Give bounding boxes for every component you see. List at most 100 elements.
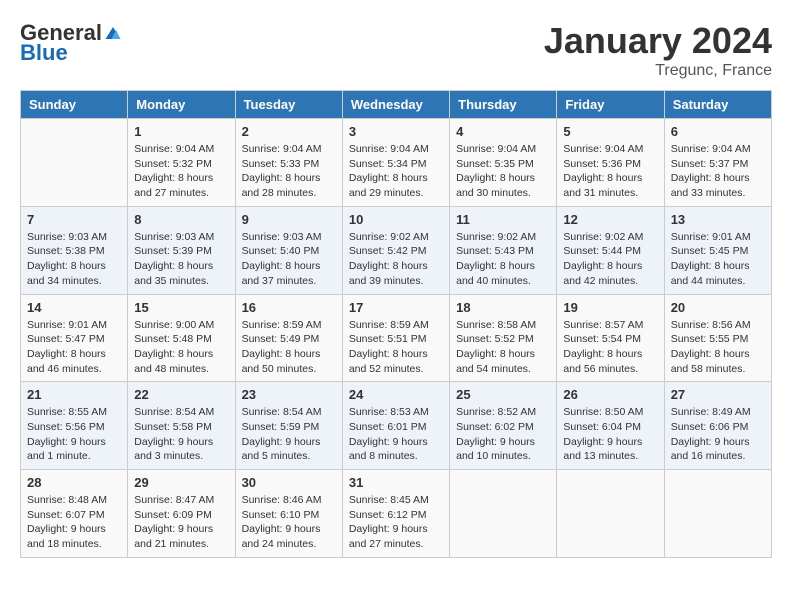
weekday-header-row: SundayMondayTuesdayWednesdayThursdayFrid… [21,91,772,119]
weekday-header-tuesday: Tuesday [235,91,342,119]
calendar-cell: 5Sunrise: 9:04 AM Sunset: 5:36 PM Daylig… [557,119,664,207]
day-number: 21 [27,387,121,402]
calendar-cell: 30 Sunrise: 8:46 AM Sunset: 6:10 PM Dayli… [235,470,342,558]
day-info: Sunrise: 9:03 AM Sunset: 5:40 PM Dayligh… [242,230,336,289]
calendar-cell: 4 Sunrise: 9:04 AM Sunset: 5:35 PM Daylig… [450,119,557,207]
calendar-cell: 16Sunrise: 8:59 AM Sunset: 5:49 PM Dayli… [235,294,342,382]
week-row-2: 7 Sunrise: 9:03 AM Sunset: 5:38 PM Daylig… [21,206,772,294]
week-row-3: 14Sunrise: 9:01 AM Sunset: 5:47 PM Dayli… [21,294,772,382]
calendar-cell: 24Sunrise: 8:53 AM Sunset: 6:01 PM Dayli… [342,382,449,470]
day-info: Sunrise: 8:54 AM Sunset: 5:59 PM Dayligh… [242,405,336,464]
calendar-cell: 28Sunrise: 8:48 AM Sunset: 6:07 PM Dayli… [21,470,128,558]
day-info: Sunrise: 9:00 AM Sunset: 5:48 PM Dayligh… [134,318,228,377]
calendar-cell [557,470,664,558]
calendar: SundayMondayTuesdayWednesdayThursdayFrid… [20,90,772,558]
day-number: 30 [242,475,336,490]
weekday-header-friday: Friday [557,91,664,119]
calendar-cell: 25 Sunrise: 8:52 AM Sunset: 6:02 PM Dayli… [450,382,557,470]
day-info: Sunrise: 9:04 AM Sunset: 5:32 PM Dayligh… [134,142,228,201]
weekday-header-thursday: Thursday [450,91,557,119]
day-info: Sunrise: 9:04 AM Sunset: 5:37 PM Dayligh… [671,142,765,201]
calendar-cell: 21 Sunrise: 8:55 AM Sunset: 5:56 PM Dayli… [21,382,128,470]
day-info: Sunrise: 8:50 AM Sunset: 6:04 PM Dayligh… [563,405,657,464]
day-number: 19 [563,300,657,315]
day-info: Sunrise: 8:45 AM Sunset: 6:12 PM Dayligh… [349,493,443,552]
day-info: Sunrise: 9:03 AM Sunset: 5:39 PM Dayligh… [134,230,228,289]
weekday-header-saturday: Saturday [664,91,771,119]
calendar-cell: 27 Sunrise: 8:49 AM Sunset: 6:06 PM Dayli… [664,382,771,470]
day-info: Sunrise: 8:56 AM Sunset: 5:55 PM Dayligh… [671,318,765,377]
day-info: Sunrise: 9:02 AM Sunset: 5:44 PM Dayligh… [563,230,657,289]
day-info: Sunrise: 8:54 AM Sunset: 5:58 PM Dayligh… [134,405,228,464]
calendar-cell: 26Sunrise: 8:50 AM Sunset: 6:04 PM Dayli… [557,382,664,470]
day-info: Sunrise: 8:49 AM Sunset: 6:06 PM Dayligh… [671,405,765,464]
calendar-cell: 7 Sunrise: 9:03 AM Sunset: 5:38 PM Daylig… [21,206,128,294]
calendar-cell: 14Sunrise: 9:01 AM Sunset: 5:47 PM Dayli… [21,294,128,382]
calendar-cell [450,470,557,558]
calendar-cell: 23 Sunrise: 8:54 AM Sunset: 5:59 PM Dayli… [235,382,342,470]
location: Tregunc, France [544,62,772,80]
day-number: 17 [349,300,443,315]
calendar-cell: 2 Sunrise: 9:04 AM Sunset: 5:33 PM Daylig… [235,119,342,207]
logo: General Blue [20,20,122,66]
calendar-cell: 18Sunrise: 8:58 AM Sunset: 5:52 PM Dayli… [450,294,557,382]
day-info: Sunrise: 8:55 AM Sunset: 5:56 PM Dayligh… [27,405,121,464]
day-number: 4 [456,124,550,139]
day-number: 3 [349,124,443,139]
calendar-cell: 19Sunrise: 8:57 AM Sunset: 5:54 PM Dayli… [557,294,664,382]
day-number: 11 [456,212,550,227]
day-number: 8 [134,212,228,227]
day-number: 28 [27,475,121,490]
calendar-cell: 3Sunrise: 9:04 AM Sunset: 5:34 PM Daylig… [342,119,449,207]
day-info: Sunrise: 9:04 AM Sunset: 5:35 PM Dayligh… [456,142,550,201]
day-number: 2 [242,124,336,139]
calendar-cell: 29 Sunrise: 8:47 AM Sunset: 6:09 PM Dayli… [128,470,235,558]
week-row-1: 1 Sunrise: 9:04 AM Sunset: 5:32 PM Daylig… [21,119,772,207]
calendar-cell: 15 Sunrise: 9:00 AM Sunset: 5:48 PM Dayli… [128,294,235,382]
day-number: 7 [27,212,121,227]
day-info: Sunrise: 9:02 AM Sunset: 5:43 PM Dayligh… [456,230,550,289]
weekday-header-sunday: Sunday [21,91,128,119]
calendar-cell [21,119,128,207]
day-number: 12 [563,212,657,227]
day-number: 9 [242,212,336,227]
day-number: 31 [349,475,443,490]
day-info: Sunrise: 9:03 AM Sunset: 5:38 PM Dayligh… [27,230,121,289]
day-number: 27 [671,387,765,402]
day-info: Sunrise: 8:46 AM Sunset: 6:10 PM Dayligh… [242,493,336,552]
day-number: 10 [349,212,443,227]
calendar-cell: 1 Sunrise: 9:04 AM Sunset: 5:32 PM Daylig… [128,119,235,207]
calendar-cell: 12 Sunrise: 9:02 AM Sunset: 5:44 PM Dayli… [557,206,664,294]
title-block: January 2024 Tregunc, France [544,20,772,80]
day-info: Sunrise: 8:52 AM Sunset: 6:02 PM Dayligh… [456,405,550,464]
calendar-cell: 9 Sunrise: 9:03 AM Sunset: 5:40 PM Daylig… [235,206,342,294]
day-info: Sunrise: 9:04 AM Sunset: 5:36 PM Dayligh… [563,142,657,201]
logo-icon [104,24,122,42]
calendar-cell: 20 Sunrise: 8:56 AM Sunset: 5:55 PM Dayli… [664,294,771,382]
day-number: 15 [134,300,228,315]
day-number: 25 [456,387,550,402]
day-number: 20 [671,300,765,315]
day-info: Sunrise: 9:01 AM Sunset: 5:45 PM Dayligh… [671,230,765,289]
day-info: Sunrise: 9:04 AM Sunset: 5:33 PM Dayligh… [242,142,336,201]
day-number: 29 [134,475,228,490]
weekday-header-monday: Monday [128,91,235,119]
calendar-cell: 13 Sunrise: 9:01 AM Sunset: 5:45 PM Dayli… [664,206,771,294]
day-info: Sunrise: 8:59 AM Sunset: 5:51 PM Dayligh… [349,318,443,377]
day-number: 23 [242,387,336,402]
day-info: Sunrise: 8:47 AM Sunset: 6:09 PM Dayligh… [134,493,228,552]
day-info: Sunrise: 8:59 AM Sunset: 5:49 PM Dayligh… [242,318,336,377]
calendar-cell: 22Sunrise: 8:54 AM Sunset: 5:58 PM Dayli… [128,382,235,470]
header: General Blue January 2024 Tregunc, Franc… [20,20,772,80]
calendar-cell: 8 Sunrise: 9:03 AM Sunset: 5:39 PM Daylig… [128,206,235,294]
week-row-5: 28Sunrise: 8:48 AM Sunset: 6:07 PM Dayli… [21,470,772,558]
day-number: 1 [134,124,228,139]
logo-blue-text: Blue [20,40,68,66]
calendar-cell: 10Sunrise: 9:02 AM Sunset: 5:42 PM Dayli… [342,206,449,294]
day-info: Sunrise: 8:53 AM Sunset: 6:01 PM Dayligh… [349,405,443,464]
day-number: 14 [27,300,121,315]
day-number: 18 [456,300,550,315]
day-number: 13 [671,212,765,227]
calendar-cell [664,470,771,558]
calendar-cell: 11 Sunrise: 9:02 AM Sunset: 5:43 PM Dayli… [450,206,557,294]
